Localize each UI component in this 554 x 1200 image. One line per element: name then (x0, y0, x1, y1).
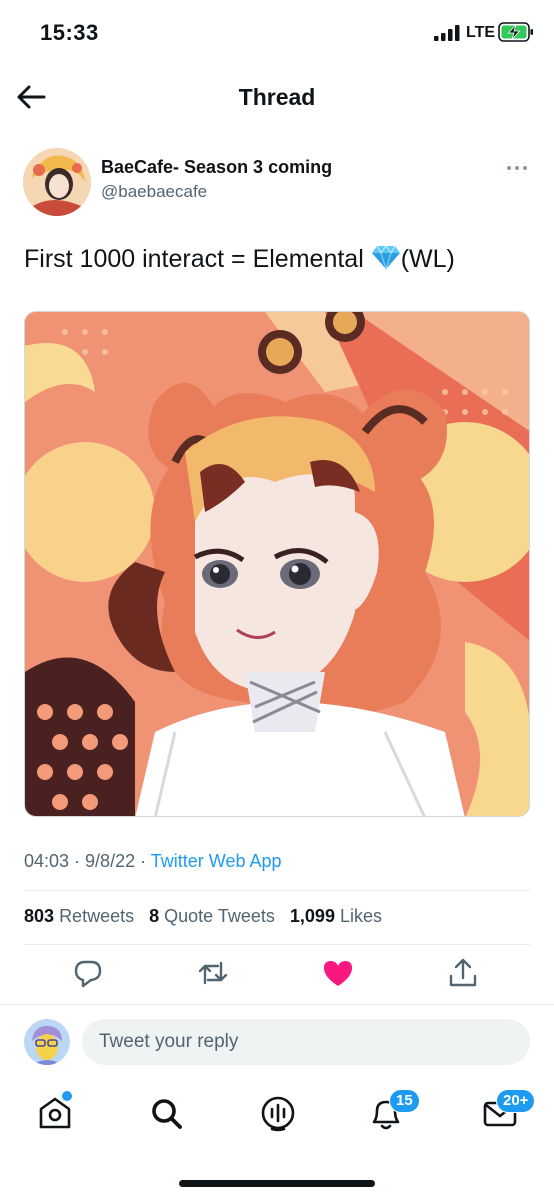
battery-charging-icon (498, 22, 533, 42)
spaces-icon[interactable] (258, 1093, 298, 1133)
tweet-text: First 1000 interact = Elemental (WL) (24, 244, 455, 274)
network-type: LTE (466, 24, 496, 41)
meta-separator: · (69, 851, 86, 871)
likes-stat[interactable]: 1,099 Likes (290, 906, 382, 926)
status-time: 15:33 (40, 20, 99, 45)
tweet-meta: 04:03 · 9/8/22 · Twitter Web App (24, 851, 282, 872)
divider (0, 1004, 554, 1005)
author-handle[interactable]: @baebaecafe (101, 182, 207, 202)
gem-icon (371, 244, 400, 270)
status-bar: 15:33 LTE (0, 0, 554, 70)
user-avatar[interactable] (24, 1019, 70, 1065)
reply-input[interactable] (82, 1019, 530, 1065)
tweet-date: 9/8/22 (85, 851, 136, 871)
more-options-icon[interactable] (500, 158, 534, 178)
like-icon-filled[interactable] (321, 956, 355, 990)
page-title: Thread (238, 84, 316, 110)
home-indicator (179, 1180, 375, 1187)
cellular-signal-icon (434, 25, 460, 41)
author-avatar[interactable] (23, 148, 91, 216)
tweet-time: 04:03 (24, 851, 70, 871)
quotes-stat[interactable]: 8 Quote Tweets (149, 906, 275, 926)
author-name[interactable]: BaeCafe- Season 3 coming (101, 157, 332, 178)
likes-label: Likes (339, 906, 382, 926)
divider (24, 890, 530, 891)
notifications-badge: 15 (389, 1089, 420, 1113)
tweet-text-part: First 1000 interact = Elemental (24, 245, 371, 273)
tweet-image[interactable] (24, 311, 530, 817)
quotes-label: Quote Tweets (164, 906, 275, 926)
tweet-stats: 803 Retweets 8 Quote Tweets 1,099 Likes (24, 906, 382, 927)
share-icon[interactable] (446, 956, 480, 990)
retweets-label: Retweets (59, 906, 135, 926)
search-icon[interactable] (146, 1093, 186, 1133)
tweet-source-link[interactable]: Twitter Web App (151, 851, 282, 871)
retweets-stat[interactable]: 803 Retweets (24, 906, 134, 926)
messages-badge: 20+ (496, 1089, 536, 1113)
likes-count: 1,099 (289, 906, 335, 926)
quotes-count: 8 (149, 906, 160, 926)
thread-header: Thread (0, 70, 554, 128)
tweet-text-part: (WL) (400, 245, 455, 273)
retweets-count: 803 (24, 906, 55, 926)
retweet-icon[interactable] (196, 956, 230, 990)
divider (24, 944, 530, 945)
meta-separator: · (135, 851, 151, 871)
reply-icon[interactable] (71, 956, 105, 990)
home-unread-dot (62, 1091, 72, 1101)
